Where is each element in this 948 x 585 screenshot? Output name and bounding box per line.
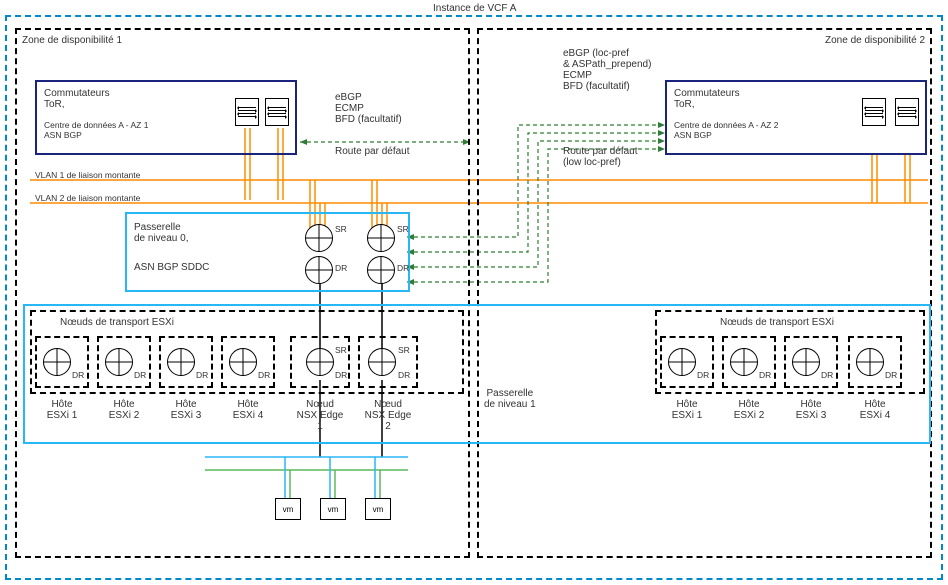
vlan1-label: VLAN 1 de liaison montante <box>35 170 140 180</box>
edge-1-label: Nœud NSX Edge 1 <box>293 399 347 432</box>
az2-host-3-dr: DR <box>821 370 833 380</box>
az2-host-4-label: Hôte ESXi 4 <box>853 399 897 421</box>
edge-1-router <box>306 348 334 376</box>
az1-host-2-router <box>105 348 133 376</box>
az2-tor-title: Commutateurs ToR, <box>674 88 740 110</box>
dr-label-1: DR <box>335 263 347 273</box>
tier0-router-dr-2 <box>367 256 395 284</box>
az2-tor-subtitle: Centre de données A - AZ 2 ASN BGP <box>674 120 778 140</box>
az1-host-2-label: Hôte ESXi 2 <box>102 399 146 421</box>
tier0-asn: ASN BGP SDDC <box>134 262 209 273</box>
sr-label-2: SR <box>397 224 409 234</box>
az2-title: Zone de disponibilité 2 <box>825 35 925 46</box>
tier0-title: Passerelle de niveau 0, <box>134 222 189 244</box>
az2-transport-title: Nœuds de transport ESXi <box>720 317 834 328</box>
az2-host-4-dr: DR <box>885 370 897 380</box>
az2-host-1-label: Hôte ESXi 1 <box>665 399 709 421</box>
az1-tor-subtitle: Centre de données A - AZ 1 ASN BGP <box>44 120 148 140</box>
az1-host-1-label: Hôte ESXi 1 <box>40 399 84 421</box>
edge-1-sr: SR <box>335 345 347 355</box>
az1-host-2-dr: DR <box>134 370 146 380</box>
tier0-router-sr-2 <box>367 224 395 252</box>
az1-host-4-router <box>229 348 257 376</box>
vm-3: vm <box>365 498 391 520</box>
route-left-label: Route par défaut <box>335 146 410 157</box>
edge-2-label: Nœud NSX Edge 2 <box>361 399 415 432</box>
az2-switch-1 <box>862 98 886 126</box>
ebgp-right-label: eBGP (loc-pref & ASPath_prepend) ECMP BF… <box>563 48 651 92</box>
az1-host-3-dr: DR <box>196 370 208 380</box>
az1-host-4-dr: DR <box>258 370 270 380</box>
tier1-label: Passerelle de niveau 1 <box>484 388 536 410</box>
vlan2-label: VLAN 2 de liaison montante <box>35 193 140 203</box>
edge-2-router <box>368 348 396 376</box>
az1-host-3-label: Hôte ESXi 3 <box>164 399 208 421</box>
az2-host-1-router <box>668 348 696 376</box>
az1-title: Zone de disponibilité 1 <box>22 35 122 46</box>
edge-1-dr: DR <box>335 370 347 380</box>
az1-switch-2 <box>265 98 289 126</box>
route-right-label: Route par défaut (low loc-pref) <box>563 146 638 168</box>
instance-title: Instance de VCF A <box>430 3 519 14</box>
az2-host-3-label: Hôte ESXi 3 <box>789 399 833 421</box>
edge-2-dr: DR <box>398 370 410 380</box>
az2-host-2-dr: DR <box>759 370 771 380</box>
az2-host-3-router <box>792 348 820 376</box>
az1-host-3-router <box>167 348 195 376</box>
tier0-router-sr-1 <box>305 224 333 252</box>
tier0-router-dr-1 <box>305 256 333 284</box>
sr-label-1: SR <box>335 224 347 234</box>
az1-host-1-router <box>43 348 71 376</box>
az2-host-1-dr: DR <box>697 370 709 380</box>
az2-host-4-router <box>856 348 884 376</box>
az1-host-1-dr: DR <box>72 370 84 380</box>
dr-label-2: DR <box>397 263 409 273</box>
az1-host-4-label: Hôte ESXi 4 <box>226 399 270 421</box>
az1-tor-title: Commutateurs ToR, <box>44 88 110 110</box>
az2-host-2-router <box>730 348 758 376</box>
az1-switch-1 <box>235 98 259 126</box>
vm-2: vm <box>320 498 346 520</box>
ebgp-left-label: eBGP ECMP BFD (facultatif) <box>335 92 402 125</box>
az2-host-2-label: Hôte ESXi 2 <box>727 399 771 421</box>
vm-1: vm <box>275 498 301 520</box>
az2-switch-2 <box>895 98 919 126</box>
edge-2-sr: SR <box>398 345 410 355</box>
az1-transport-title: Nœuds de transport ESXi <box>60 317 174 328</box>
